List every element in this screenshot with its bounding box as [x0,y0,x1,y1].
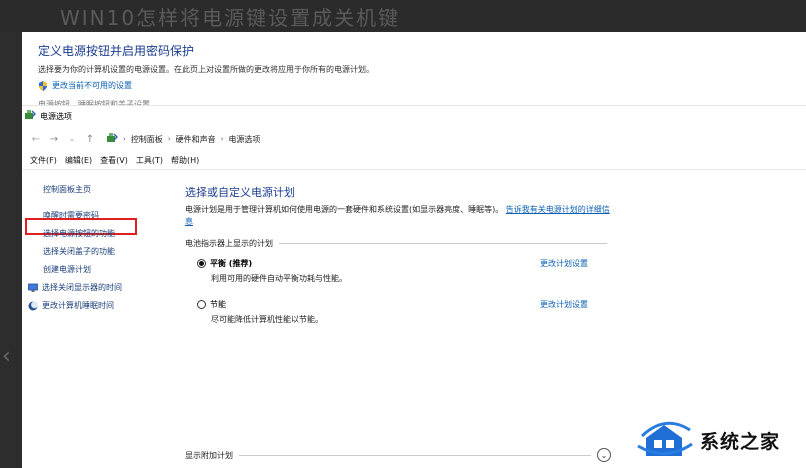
chevron-down-icon[interactable]: ⌄ [597,448,611,462]
change-unavailable-settings-link[interactable]: 更改当前不可用的设置 [38,80,132,91]
dialog-title: 定义电源按钮并启用密码保护 [38,44,195,58]
sidebar: 控制面板主页 唤醒时需要密码 选择电源按钮的功能 选择关闭盖子的功能 创建电源计… [22,170,172,468]
battery-plans-group-header: 电池指示器上显示的计划 [185,238,607,249]
sidebar-item-label: 更改计算机睡眠时间 [42,301,114,310]
house-logo-icon [636,416,694,464]
background-banner: WIN10怎样将电源键设置成关机键 [0,0,806,32]
description-text: 电源计划是用于管理计算机如何使用电源的一套硬件和系统设置(如显示器亮度、睡眠等)… [185,205,504,214]
sidebar-item-sleep-time[interactable]: 更改计算机睡眠时间 [28,300,114,311]
change-unavailable-settings-label: 更改当前不可用的设置 [52,81,132,90]
window-titlebar: 电源选项 [22,106,806,126]
background-ghost-title: WIN10怎样将电源键设置成关机键 [60,6,401,30]
plan-balanced-radio[interactable] [197,259,206,268]
sidebar-item-label: 创建电源计划 [43,265,91,274]
shield-icon [38,80,48,91]
breadcrumb-separator-icon: › [123,135,126,143]
plan-power-saver-change-settings-link[interactable]: 更改计划设置 [540,299,588,310]
recent-dropdown-icon[interactable]: ⌄ [66,135,78,143]
system-settings-dialog: 定义电源按钮并启用密码保护 选择要为你的计算机设置的电源设置。在此页上对设置所做… [22,32,806,112]
page-title: 选择或自定义电源计划 [185,186,295,199]
menu-file[interactable]: 文件(F) [30,155,57,166]
moon-icon [28,300,38,311]
menu-edit[interactable]: 编辑(E) [65,155,92,166]
show-additional-plans-label: 显示附加计划 [185,450,233,460]
watermark: 系统之家 [636,412,806,468]
back-arrow-icon[interactable]: ← [30,134,42,145]
background-prev-arrow-icon: ‹ [2,344,11,369]
power-options-icon [24,109,36,123]
menu-tools[interactable]: 工具(T) [136,155,163,166]
sidebar-item-control-panel-home[interactable]: 控制面板主页 [43,184,91,195]
group-label: 电池指示器上显示的计划 [185,239,273,248]
show-additional-plans[interactable]: 显示附加计划 ⌄ [185,448,611,462]
window-title: 电源选项 [40,111,72,121]
menu-help[interactable]: 帮助(H) [171,155,199,166]
additional-plans-divider [239,454,591,456]
plan-power-saver-description: 尽可能降低计算机性能以节能。 [211,315,323,324]
breadcrumb-hardware-sound[interactable]: 硬件和声音 [176,134,216,145]
menu-bar: 文件(F) 编辑(E) 查看(V) 工具(T) 帮助(H) [22,152,806,168]
breadcrumb-control-panel[interactable]: 控制面板 [131,134,163,145]
breadcrumb-separator-icon: › [167,135,171,143]
breadcrumb: › 控制面板 › 硬件和声音 › 电源选项 [106,132,260,146]
monitor-icon [28,283,38,293]
plan-power-saver-radio[interactable] [197,300,206,309]
plan-balanced-change-settings-link[interactable]: 更改计划设置 [540,258,588,269]
sidebar-item-display-off[interactable]: 选择关闭显示器的时间 [28,282,122,293]
address-bar: ← → ⌄ ↑ › 控制面板 › 硬件和声音 › 电源选项 [22,128,806,150]
breadcrumb-icon [106,132,118,146]
sidebar-item-label: 选择关闭显示器的时间 [42,283,122,292]
sidebar-item-power-button[interactable]: 选择电源按钮的功能 [43,228,115,239]
menu-view[interactable]: 查看(V) [100,155,128,166]
breadcrumb-power-options[interactable]: 电源选项 [228,134,260,145]
breadcrumb-separator-icon: › [220,135,224,143]
sidebar-item-label: 选择电源按钮的功能 [43,229,115,238]
sidebar-item-create-plan[interactable]: 创建电源计划 [43,264,91,275]
sidebar-item-label: 控制面板主页 [43,185,91,194]
dialog-description: 选择要为你的计算机设置的电源设置。在此页上对设置所做的更改将应用于你所有的电源计… [38,65,374,74]
plan-balanced: 平衡 (推荐) 利用可用的硬件自动平衡功耗与性能。 更改计划设置 [197,258,607,284]
sidebar-item-close-lid[interactable]: 选择关闭盖子的功能 [43,246,115,257]
forward-arrow-icon[interactable]: → [48,134,60,145]
main-content: 选择或自定义电源计划 电源计划是用于管理计算机如何使用电源的一套硬件和系统设置(… [185,170,615,468]
page-description: 电源计划是用于管理计算机如何使用电源的一套硬件和系统设置(如显示器亮度、睡眠等)… [185,204,615,228]
plan-power-saver: 节能 尽可能降低计算机性能以节能。 更改计划设置 [197,299,607,325]
group-divider [279,243,607,244]
plan-power-saver-name: 节能 [210,300,226,309]
plan-balanced-name: 平衡 (推荐) [210,259,253,268]
watermark-text: 系统之家 [700,430,781,453]
plan-balanced-description: 利用可用的硬件自动平衡功耗与性能。 [211,274,347,283]
sidebar-item-label: 选择关闭盖子的功能 [43,247,115,256]
up-arrow-icon[interactable]: ↑ [84,134,96,145]
